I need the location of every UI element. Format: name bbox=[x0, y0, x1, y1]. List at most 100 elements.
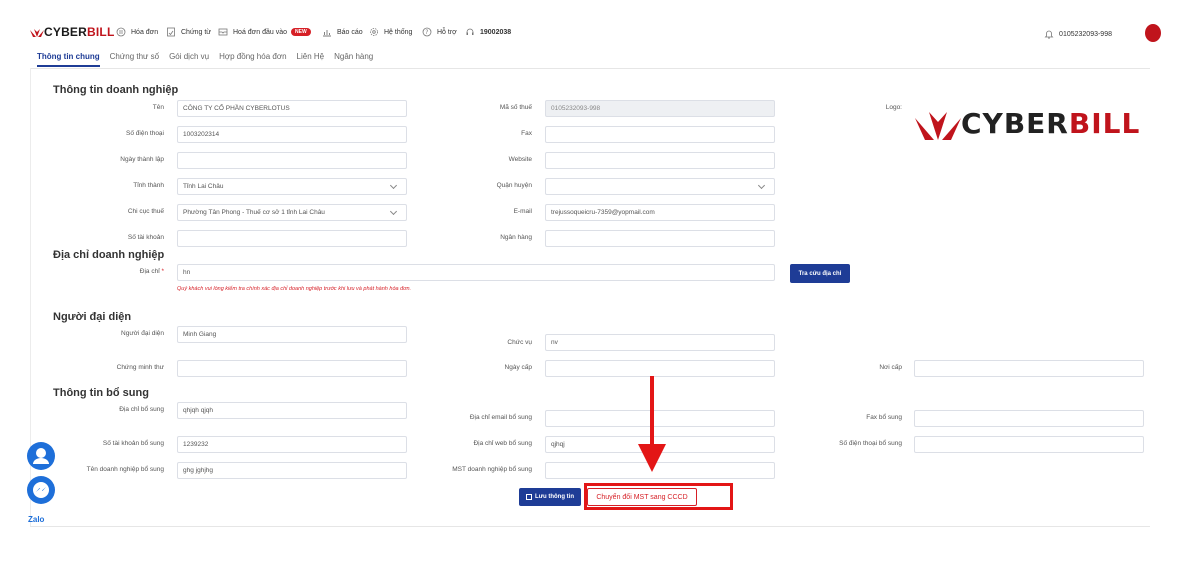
logo-text: CYBERBILL bbox=[961, 106, 1141, 140]
label-ngan-hang: Ngân hàng bbox=[500, 234, 532, 241]
nav-chung-tu[interactable]: Chứng từ bbox=[166, 27, 211, 37]
label-fax: Fax bbox=[521, 130, 532, 137]
address-field[interactable]: hn bbox=[177, 264, 775, 281]
account-area[interactable]: 0105232093-998 bbox=[1044, 29, 1112, 39]
chart-icon bbox=[323, 30, 331, 37]
messenger-icon bbox=[33, 482, 49, 498]
new-badge: NEW bbox=[291, 28, 311, 36]
fax-field[interactable] bbox=[545, 126, 775, 143]
label-website: Website bbox=[508, 156, 532, 163]
annotation-arrow-head bbox=[638, 444, 666, 472]
section-title-extra: Thông tin bổ sung bbox=[53, 387, 149, 399]
tab-chung-thu-so[interactable]: Chứng thư số bbox=[110, 52, 159, 67]
chevron-down-icon bbox=[389, 181, 398, 190]
position-field[interactable]: nv bbox=[545, 334, 775, 351]
bank-name-field[interactable] bbox=[545, 230, 775, 247]
save-button[interactable]: Lưu thông tin bbox=[519, 488, 581, 506]
nav-bao-cao[interactable]: Báo cáo bbox=[322, 27, 363, 37]
tabs-divider bbox=[30, 68, 1150, 69]
invoice-icon bbox=[116, 27, 126, 37]
label-sdt-bo-sung: Số điện thoại bổ sung bbox=[839, 440, 902, 447]
required-marker: * bbox=[161, 268, 164, 275]
label-mst-bo-sung: MST doanh nghiệp bổ sung bbox=[452, 466, 532, 473]
district-select[interactable] bbox=[545, 178, 775, 195]
bell-icon[interactable] bbox=[1044, 29, 1054, 39]
nav-he-thong[interactable]: Hệ thống bbox=[369, 27, 412, 37]
help-icon: ? bbox=[422, 27, 432, 37]
messenger-button[interactable] bbox=[27, 476, 55, 504]
panel-bottom-divider bbox=[30, 526, 1150, 527]
label-dia-chi-bo-sung: Địa chỉ bổ sung bbox=[119, 406, 164, 413]
avatar[interactable] bbox=[1145, 24, 1161, 42]
label-tinh-thanh: Tỉnh thành bbox=[133, 182, 164, 189]
issue-date-field[interactable] bbox=[545, 360, 775, 377]
brand-name: CYBERBILL bbox=[44, 25, 115, 39]
settings-tabs: Thông tin chung Chứng thư số Gói dịch vụ… bbox=[37, 52, 383, 67]
label-ngay-cap: Ngày cấp bbox=[504, 364, 532, 371]
issue-place-field[interactable] bbox=[914, 360, 1144, 377]
section-title-address: Địa chỉ doanh nghiệp bbox=[53, 249, 165, 261]
founding-date-field[interactable] bbox=[177, 152, 407, 169]
tab-goi-dich-vu[interactable]: Gói dịch vụ bbox=[169, 52, 209, 67]
extra-address-field[interactable]: qhjqh qjqh bbox=[177, 402, 407, 419]
label-email: E-mail bbox=[513, 208, 532, 215]
brand-logo[interactable]: CYBERBILL bbox=[30, 25, 114, 39]
representative-field[interactable]: Minh Giang bbox=[177, 326, 407, 343]
tax-office-select-value: Phường Tân Phong - Thuế cơ sở 1 tỉnh Lai… bbox=[183, 209, 325, 216]
label-chung-minh-thu: Chứng minh thư bbox=[116, 364, 164, 371]
tab-ngan-hang[interactable]: Ngân hàng bbox=[334, 52, 373, 67]
save-icon bbox=[526, 494, 532, 500]
bank-account-field[interactable] bbox=[177, 230, 407, 247]
label-web-bo-sung: Địa chỉ web bổ sung bbox=[473, 440, 532, 447]
label-dia-chi: Địa chỉ * bbox=[139, 268, 164, 275]
support-chat-button[interactable] bbox=[27, 442, 55, 470]
phone-field[interactable]: 1003202314 bbox=[177, 126, 407, 143]
nav-hotline[interactable]: 19002038 bbox=[465, 27, 511, 37]
lookup-address-button[interactable]: Tra cứu địa chỉ bbox=[790, 264, 850, 283]
extra-email-field[interactable] bbox=[545, 410, 775, 427]
label-sdt: Số điện thoại bbox=[126, 130, 164, 137]
company-name-field[interactable]: CÔNG TY CỔ PHẦN CYBERLOTUS bbox=[177, 100, 407, 117]
label-chi-cuc-thue: Chi cục thuế bbox=[127, 208, 164, 215]
headset-icon bbox=[466, 28, 474, 35]
annotation-arrow-shaft bbox=[650, 376, 654, 448]
zalo-button[interactable]: Zalo bbox=[28, 515, 44, 524]
account-tax-code: 0105232093-998 bbox=[1059, 30, 1112, 38]
company-logo[interactable]: CYBERBILL bbox=[915, 106, 1140, 140]
label-mst: Mã số thuế bbox=[499, 104, 532, 111]
label-nguoi-dai-dien: Người đại diện bbox=[121, 330, 164, 337]
province-select[interactable]: Tỉnh Lai Châu bbox=[177, 178, 407, 195]
extra-phone-field[interactable] bbox=[914, 436, 1144, 453]
address-warning: Quý khách vui lòng kiểm tra chính xác đị… bbox=[177, 286, 412, 292]
tab-lien-he[interactable]: Liên Hệ bbox=[297, 52, 325, 67]
label-email-bo-sung: Địa chỉ email bổ sung bbox=[469, 414, 532, 421]
tax-office-select[interactable]: Phường Tân Phong - Thuế cơ sở 1 tỉnh Lai… bbox=[177, 204, 407, 221]
save-button-label: Lưu thông tin bbox=[535, 494, 574, 500]
inbox-icon bbox=[218, 28, 228, 36]
lotus-logo-icon bbox=[915, 112, 961, 140]
chevron-down-icon bbox=[757, 181, 766, 190]
id-card-field[interactable] bbox=[177, 360, 407, 377]
tab-hop-dong-hoa-don[interactable]: Hợp đồng hóa đơn bbox=[219, 52, 286, 67]
tab-thong-tin-chung[interactable]: Thông tin chung bbox=[37, 52, 100, 67]
lotus-icon bbox=[30, 29, 44, 37]
nav-hoa-don[interactable]: Hóa đơn bbox=[116, 27, 158, 37]
label-ten: Tên bbox=[152, 104, 164, 111]
province-select-value: Tỉnh Lai Châu bbox=[183, 183, 224, 190]
label-ngay-thanh-lap: Ngày thành lập bbox=[120, 156, 164, 163]
extra-fax-field[interactable] bbox=[914, 410, 1144, 427]
tax-code-field: 0105232093-998 bbox=[545, 100, 775, 117]
document-icon bbox=[167, 27, 175, 37]
label-stk-bo-sung: Số tài khoản bổ sung bbox=[102, 440, 164, 447]
extra-bank-account-field[interactable]: 1239232 bbox=[177, 436, 407, 453]
label-ten-dn-bo-sung: Tên doanh nghiệp bổ sung bbox=[86, 466, 164, 473]
chevron-down-icon bbox=[389, 207, 398, 216]
user-support-icon bbox=[33, 448, 49, 464]
section-title-company: Thông tin doanh nghiệp bbox=[53, 84, 179, 96]
nav-ho-tro[interactable]: ? Hỗ trợ bbox=[422, 27, 457, 37]
label-so-tai-khoan: Số tài khoản bbox=[127, 234, 164, 241]
nav-hoa-don-dau-vao[interactable]: Hoá đơn đầu vào NEW bbox=[218, 27, 311, 37]
extra-company-name-field[interactable]: ghg jghjhg bbox=[177, 462, 407, 479]
website-field[interactable] bbox=[545, 152, 775, 169]
email-field[interactable]: trejussoqueicru-7359@yopmail.com bbox=[545, 204, 775, 221]
